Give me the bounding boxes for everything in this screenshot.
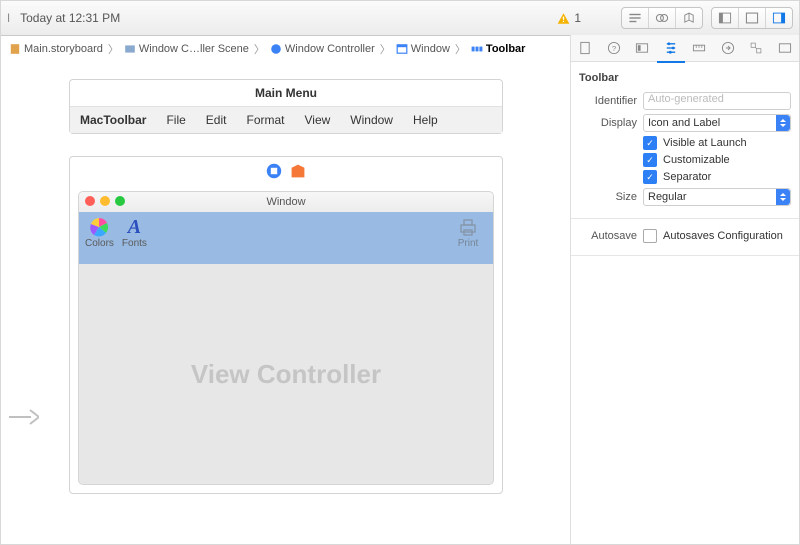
autosave-text: Autosaves Configuration [663, 230, 783, 242]
menu-item-help[interactable]: Help [403, 113, 448, 127]
ruler-icon [692, 41, 706, 55]
content-view: View Controller [79, 264, 493, 484]
crumb-scene[interactable]: Window C…ller Scene [120, 43, 253, 55]
section-title: Toolbar [571, 68, 799, 88]
menu-item-app[interactable]: MacToolbar [70, 113, 156, 127]
popup-arrows-icon [776, 115, 790, 131]
autosave-label: Autosave [571, 230, 643, 242]
toolbar-item-fonts[interactable]: A Fonts [122, 216, 147, 249]
status-text: Today at 12:31 PM [20, 11, 120, 25]
menu-item-view[interactable]: View [295, 113, 341, 127]
toolbar-item-print[interactable]: Print [457, 216, 479, 249]
size-inspector-tab[interactable] [685, 35, 714, 61]
identifier-label: Identifier [571, 95, 643, 107]
warning-count: 1 [574, 11, 581, 25]
version-editor-icon[interactable] [676, 8, 702, 28]
doc-icon [578, 41, 592, 55]
menu-item-edit[interactable]: Edit [196, 113, 237, 127]
main-menu-placeholder[interactable]: Main Menu MacToolbar File Edit Format Vi… [69, 79, 503, 134]
window-icon [396, 43, 408, 55]
autosave-checkbox[interactable] [643, 229, 657, 243]
svg-text:?: ? [612, 44, 616, 53]
menu-title: Main Menu [70, 80, 502, 107]
identifier-field[interactable]: Auto-generated [643, 92, 791, 110]
window-controller-placeholder[interactable]: Window Colors A [69, 156, 503, 494]
window-title: Window [266, 196, 305, 208]
nswindow-preview[interactable]: Window Colors A [78, 191, 494, 485]
scene-icon [124, 43, 136, 55]
crumb-window[interactable]: Window [392, 43, 454, 55]
segue-arrow-in-icon [9, 405, 39, 429]
size-popup[interactable]: Regular [643, 188, 791, 206]
right-panel-toggle-icon[interactable] [766, 8, 792, 28]
display-popup[interactable]: Icon and Label [643, 114, 791, 132]
sliders-icon [664, 41, 678, 55]
warning-triangle-icon [557, 12, 570, 25]
issues-indicator[interactable]: 1 [557, 11, 581, 25]
left-panel-toggle-icon[interactable] [712, 8, 739, 28]
interface-builder-canvas[interactable]: Main Menu MacToolbar File Edit Format Vi… [1, 61, 571, 544]
fonts-a-icon: A [123, 216, 145, 238]
effects-inspector-tab[interactable] [771, 35, 800, 61]
size-label: Size [571, 191, 643, 203]
crumb-window-controller[interactable]: Window Controller [266, 43, 379, 55]
attributes-inspector-tab[interactable] [657, 35, 686, 63]
crumb-storyboard[interactable]: Main.storyboard [5, 43, 107, 55]
bottom-panel-toggle-icon[interactable] [739, 8, 766, 28]
arrow-right-circle-icon [721, 41, 735, 55]
color-wheel-icon [89, 217, 109, 237]
editor-mode-segmented[interactable] [621, 7, 703, 29]
exit-icon[interactable] [290, 163, 306, 179]
separator-checkbox[interactable]: Separator [643, 170, 799, 184]
first-responder-icon[interactable] [266, 163, 282, 179]
visible-at-launch-checkbox[interactable]: Visible at Launch [643, 136, 799, 150]
popup-arrows-icon [776, 189, 790, 205]
view-controller-label: View Controller [191, 359, 381, 390]
quick-help-tab[interactable]: ? [600, 35, 629, 61]
printer-icon [458, 217, 478, 237]
zoom-dot-icon [115, 196, 125, 206]
file-inspector-tab[interactable] [571, 35, 600, 61]
bindings-inspector-tab[interactable] [742, 35, 771, 61]
crumb-toolbar[interactable]: Toolbar [467, 43, 530, 55]
window-controller-icon [270, 43, 282, 55]
toolbar-item-colors[interactable]: Colors [85, 216, 114, 249]
menu-items: MacToolbar File Edit Format View Window … [70, 107, 502, 133]
connections-inspector-tab[interactable] [714, 35, 743, 61]
window-titlebar: Window [79, 192, 493, 212]
display-label: Display [571, 117, 643, 129]
menu-item-format[interactable]: Format [236, 113, 294, 127]
identity-inspector-tab[interactable] [628, 35, 657, 61]
file-icon [9, 43, 21, 55]
nstoolbar[interactable]: Colors A Fonts Print [79, 212, 493, 264]
help-icon: ? [607, 41, 621, 55]
effects-icon [778, 41, 792, 55]
id-icon [635, 41, 649, 55]
bindings-icon [749, 41, 763, 55]
toolbar-row-icon [471, 43, 483, 55]
customizable-checkbox[interactable]: Customizable [643, 153, 799, 167]
traffic-lights [85, 196, 125, 206]
menu-item-window[interactable]: Window [340, 113, 403, 127]
inspector-tabs[interactable]: ? [571, 35, 799, 62]
panel-visibility-segmented[interactable] [711, 7, 793, 29]
standard-editor-icon[interactable] [622, 8, 649, 28]
close-dot-icon [85, 196, 95, 206]
attributes-inspector: ? Toolbar Identifier Auto-generated Disp… [570, 35, 799, 544]
minimize-dot-icon [100, 196, 110, 206]
menu-item-file[interactable]: File [156, 113, 195, 127]
assistant-editor-icon[interactable] [649, 8, 676, 28]
app-toolbar: ǀ Today at 12:31 PM 1 [1, 1, 799, 36]
